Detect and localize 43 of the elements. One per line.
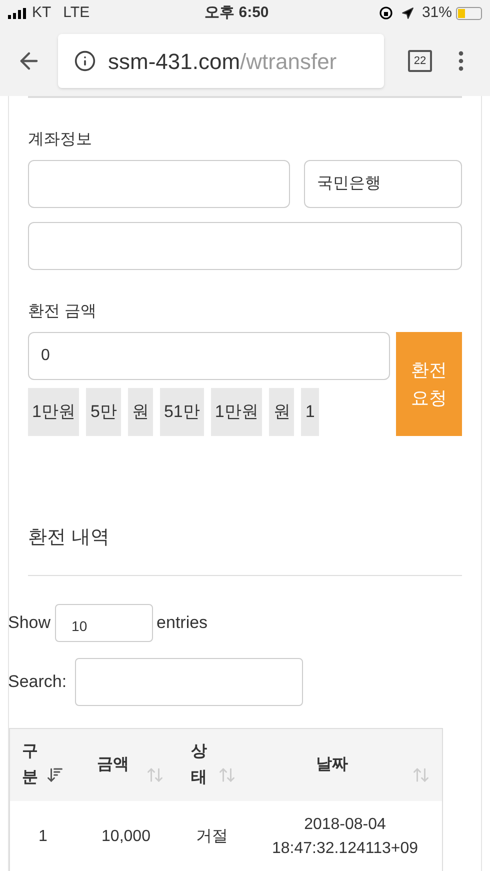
- network-text: LTE: [63, 2, 90, 23]
- amount-preset-button[interactable]: 51만: [160, 388, 204, 436]
- amount-preset-button[interactable]: 5만: [86, 388, 121, 436]
- amount-preset-button[interactable]: 원: [128, 388, 153, 436]
- account-label: 계좌정보: [28, 130, 93, 150]
- sort-descending-icon[interactable]: [46, 766, 64, 784]
- show-label: Show: [8, 612, 51, 634]
- amount-preset-button[interactable]: 원: [269, 388, 294, 436]
- search-label: Search:: [8, 671, 67, 694]
- carrier-text: KT: [32, 2, 52, 23]
- amount-field[interactable]: 0: [28, 332, 390, 380]
- column-header[interactable]: 구분: [10, 728, 76, 800]
- clock-text: 오후 6:50: [204, 2, 269, 23]
- account-holder-field[interactable]: [28, 222, 462, 270]
- sort-icon[interactable]: [218, 766, 236, 784]
- amount-preset-button[interactable]: 1: [301, 388, 319, 436]
- battery-icon: [456, 6, 482, 20]
- account-number-field[interactable]: [28, 160, 290, 208]
- lock-rotation-icon: [378, 6, 393, 20]
- column-header[interactable]: 날짜: [248, 728, 442, 800]
- table-cell: 2018-08-04 18:47:32.124113+09: [248, 800, 442, 871]
- table-cell: 1: [10, 800, 76, 871]
- tab-count[interactable]: 22: [408, 50, 432, 72]
- history-title: 환전 내역: [28, 524, 462, 576]
- column-header[interactable]: 상태: [176, 728, 248, 800]
- amount-preset-button[interactable]: 1만원: [28, 388, 80, 436]
- amount-preset-button[interactable]: 1만원: [210, 388, 262, 436]
- entries-label: entries: [156, 612, 208, 634]
- search-field[interactable]: [74, 658, 303, 706]
- address-bar[interactable]: ssm-431.com/wtransfer: [58, 34, 384, 88]
- signal-icon: [8, 8, 28, 18]
- info-icon[interactable]: [74, 50, 96, 72]
- battery-text: 31%: [422, 2, 452, 23]
- location-icon: [400, 6, 414, 20]
- entries-select[interactable]: 10: [54, 604, 153, 642]
- amount-label: 환전 금액: [28, 302, 98, 322]
- column-header[interactable]: 금액: [76, 728, 176, 800]
- url-text[interactable]: ssm-431.com/wtransfer: [108, 44, 337, 78]
- sort-icon[interactable]: [146, 766, 164, 784]
- bank-field[interactable]: 국민은행: [304, 160, 462, 208]
- sort-icon[interactable]: [412, 766, 430, 784]
- table-cell: 거절: [176, 800, 248, 871]
- table-cell: 10,000: [76, 800, 176, 871]
